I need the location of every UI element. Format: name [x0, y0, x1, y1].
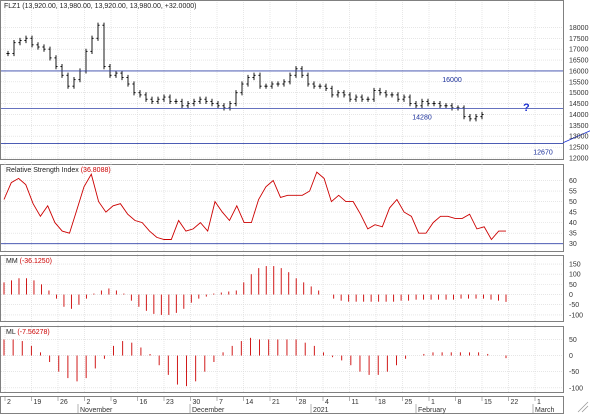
rsi-ytick-label: 35: [569, 231, 577, 238]
rsi-ytick-label: 55: [569, 189, 577, 196]
price-ytick-label: 13000: [569, 134, 589, 141]
price-ytick-label: 16000: [569, 68, 589, 75]
x-tick-label: 7: [219, 399, 223, 406]
x-tick-label: 23: [166, 399, 174, 406]
mm-panel-frame: [0, 255, 564, 322]
price-ytick-label: 18000: [569, 25, 589, 32]
rsi-ytick-label: 40: [569, 220, 577, 227]
x-tick-label: 9: [113, 399, 117, 406]
rsi-panel-frame: [0, 164, 564, 252]
price-ytick-label: 16500: [569, 58, 589, 65]
x-tick-label: 1: [431, 399, 435, 406]
question-mark-annotation: ?: [523, 102, 530, 114]
ml-ytick-label: -100: [569, 385, 583, 392]
hline-label-14280: 14280: [412, 114, 432, 121]
mm-ytick-label: 0: [569, 292, 573, 299]
rsi-ytick-label: 30: [569, 241, 577, 248]
hline-label-12670: 12670: [533, 149, 553, 156]
x-tick-label: 2: [7, 399, 11, 406]
mm-panel-title: MM (-36.1250): [6, 258, 52, 265]
price-ytick-label: 12000: [569, 156, 589, 163]
resize-grip-icon[interactable]: [577, 401, 589, 413]
price-ytick-label: 15000: [569, 90, 589, 97]
price-panel-frame: [0, 0, 564, 160]
price-ytick-label: 14000: [569, 112, 589, 119]
mm-ytick-label: 150: [569, 262, 581, 269]
x-month-label: December: [192, 407, 225, 414]
mm-ytick-label: -50: [569, 302, 579, 309]
ml-ytick-label: 50: [569, 337, 577, 344]
rsi-ytick-label: 60: [569, 178, 577, 185]
x-tick-label: 25: [405, 399, 413, 406]
mm-ytick-label: 100: [569, 272, 581, 279]
price-panel-title: FLZ1 (13,920.00, 13,980.00, 13,920.00, 1…: [4, 3, 196, 10]
x-tick-label: 1: [537, 399, 541, 406]
price-ytick-label: 14500: [569, 101, 589, 108]
ml-ytick-label: -50: [569, 369, 579, 376]
rsi-panel-title: Relative Strength Index (36.8088): [6, 167, 111, 174]
price-ytick-label: 12500: [569, 145, 589, 152]
hline-label-16000: 16000: [442, 77, 462, 84]
price-ytick-label: 17000: [569, 47, 589, 54]
x-tick-label: 4: [325, 399, 329, 406]
x-tick-label: 18: [378, 399, 386, 406]
mm-ytick-label: 50: [569, 282, 577, 289]
ml-ytick-label: 0: [569, 353, 573, 360]
x-tick-label: 22: [511, 399, 519, 406]
x-month-label: 2021: [313, 407, 329, 414]
x-month-label: March: [535, 407, 555, 414]
price-ytick-label: 17500: [569, 36, 589, 43]
x-tick-label: 21: [272, 399, 280, 406]
x-month-label: November: [80, 407, 113, 414]
chart-svg: FLZ1 (13,920.00, 13,980.00, 13,920.00, 1…: [0, 0, 590, 414]
x-tick-label: 14: [246, 399, 254, 406]
mm-ytick-label: -100: [569, 312, 583, 319]
rsi-ytick-label: 45: [569, 210, 577, 217]
x-tick-label: 15: [484, 399, 492, 406]
x-month-label: February: [418, 407, 447, 414]
x-tick-label: 26: [60, 399, 68, 406]
rsi-ytick-label: 50: [569, 199, 577, 206]
x-tick-label: 8: [458, 399, 462, 406]
x-tick-label: 28: [299, 399, 307, 406]
ml-panel-title: ML (-7.56278): [6, 329, 50, 336]
price-ytick-label: 13500: [569, 123, 589, 130]
x-tick-label: 19: [34, 399, 42, 406]
x-tick-label: 30: [193, 399, 201, 406]
ml-panel-frame: [0, 326, 564, 393]
x-tick-label: 2: [87, 399, 91, 406]
x-tick-label: 11: [352, 399, 359, 406]
x-tick-label: 16: [140, 399, 148, 406]
price-ytick-label: 15500: [569, 79, 589, 86]
